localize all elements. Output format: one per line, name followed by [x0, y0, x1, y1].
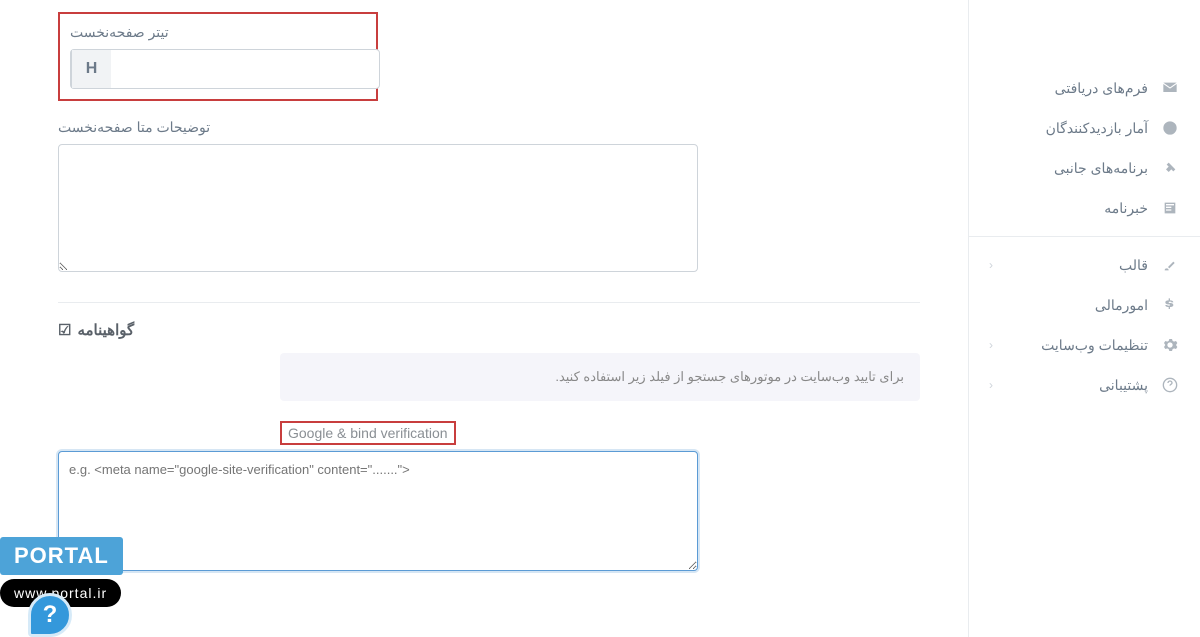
section-divider — [58, 302, 920, 303]
envelope-icon — [1160, 78, 1180, 98]
sidebar-item-stats[interactable]: آمار بازدیدکنندگان — [969, 108, 1200, 148]
sidebar-item-label: پشتیبانی — [993, 377, 1148, 394]
sidebar-item-plugins[interactable]: برنامه‌های جانبی — [969, 148, 1200, 188]
chevron-left-icon: ‹ — [989, 378, 993, 392]
chevron-left-icon: ‹ — [989, 338, 993, 352]
homepage-meta-label: توضیحات متا صفحه‌نخست — [58, 119, 210, 136]
help-button[interactable]: ? — [28, 593, 72, 637]
sidebar-item-label: تنظیمات وب‌سایت — [993, 337, 1148, 354]
portal-logo: PORTAL — [0, 537, 123, 575]
dollar-icon — [1160, 295, 1180, 315]
homepage-title-label: تیتر صفحه‌نخست — [70, 24, 169, 41]
brush-icon — [1160, 255, 1180, 275]
certificate-section-heading: گواهینامه ☑ — [58, 321, 920, 339]
heading-addon-icon: H — [71, 50, 111, 88]
homepage-title-input-group: H — [70, 49, 380, 89]
sidebar-item-label: خبرنامه — [989, 200, 1148, 217]
google-verification-label: Google & bind verification — [280, 421, 456, 445]
sidebar-group-2: قالب ‹ امورمالی تنظیمات وب‌سایت ‹ — [969, 237, 1200, 413]
chart-icon — [1160, 118, 1180, 138]
google-verification-textarea[interactable] — [58, 451, 698, 571]
news-icon — [1160, 198, 1180, 218]
sidebar-item-finance[interactable]: امورمالی — [969, 285, 1200, 325]
sidebar-group-1: فرم‌های دریافتی آمار بازدیدکنندگان برنام… — [969, 60, 1200, 237]
main-content: تیتر صفحه‌نخست H توضیحات متا صفحه‌نخست گ… — [0, 0, 968, 637]
help-icon: ? — [43, 601, 58, 629]
sidebar-item-newsletter[interactable]: خبرنامه — [969, 188, 1200, 228]
sidebar-item-theme[interactable]: قالب ‹ — [969, 245, 1200, 285]
sidebar-item-forms[interactable]: فرم‌های دریافتی — [969, 68, 1200, 108]
certificate-heading-text: گواهینامه — [77, 321, 134, 339]
sidebar-item-support[interactable]: پشتیبانی ‹ — [969, 365, 1200, 405]
sidebar-item-label: آمار بازدیدکنندگان — [989, 120, 1148, 137]
sidebar-item-label: فرم‌های دریافتی — [989, 80, 1148, 97]
check-icon: ☑ — [58, 321, 71, 339]
gear-icon — [1160, 335, 1180, 355]
chevron-left-icon: ‹ — [989, 258, 993, 272]
sidebar-item-settings[interactable]: تنظیمات وب‌سایت ‹ — [969, 325, 1200, 365]
plug-icon — [1160, 158, 1180, 178]
sidebar-item-label: امورمالی — [989, 297, 1148, 314]
homepage-title-field-highlighted: تیتر صفحه‌نخست H — [58, 12, 378, 101]
certificate-info-box: برای تایید وب‌سایت در موتورهای جستجو از … — [280, 353, 920, 401]
sidebar-item-label: برنامه‌های جانبی — [989, 160, 1148, 177]
homepage-title-input[interactable] — [111, 50, 379, 88]
sidebar: فرم‌های دریافتی آمار بازدیدکنندگان برنام… — [968, 0, 1200, 637]
question-icon — [1160, 375, 1180, 395]
sidebar-item-label: قالب — [993, 257, 1148, 274]
homepage-meta-textarea[interactable] — [58, 144, 698, 272]
